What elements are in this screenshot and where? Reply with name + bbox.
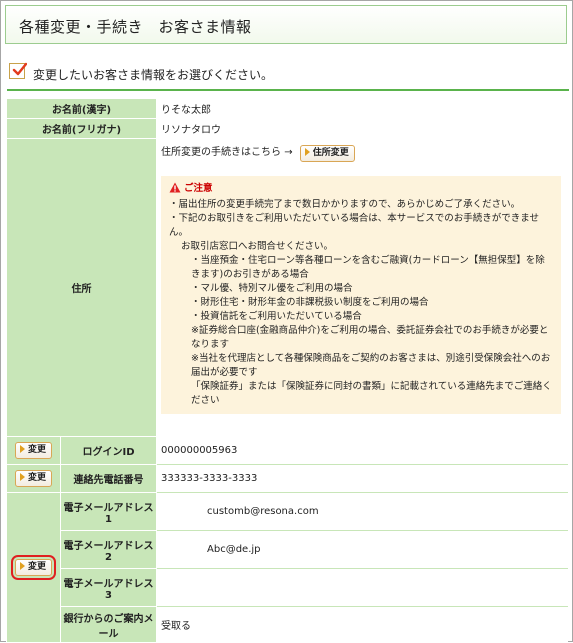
email3-value xyxy=(156,568,569,607)
email2-label: 電子メールアドレス2 xyxy=(59,530,158,569)
table-row: 銀行からのご案内メール 受取る xyxy=(7,606,569,643)
arrow-right-icon xyxy=(304,148,310,156)
arrow-right-icon xyxy=(19,562,25,570)
notice-line: ・マル優、特別マル優をご利用の場合 xyxy=(191,283,353,294)
phone-label: 連絡先電話番号 xyxy=(59,464,158,493)
table-row: 変更 ログインID 000000005963 xyxy=(6,436,569,465)
email1-label: 電子メールアドレス1 xyxy=(59,492,158,531)
table-row: 変更 電子メールアドレス1 customb@resona.com xyxy=(6,492,569,643)
page-title: 各種変更・手続き お客さま情報 xyxy=(19,18,252,36)
email1-value: customb@resona.com xyxy=(156,492,569,531)
notice-line: お取引店窓口へお問合せください。 xyxy=(181,241,334,252)
address-change-button[interactable]: 住所変更 xyxy=(299,145,355,162)
notice-box: ご注意 ・届出住所の変更手続完了まで数日かかりますので、あらかじめご了承ください… xyxy=(161,176,562,414)
notice-line: ・財形住宅・財形年金の非課税扱い制度をご利用の場合 xyxy=(191,297,429,308)
login-id-label: ログインID xyxy=(59,436,158,465)
warning-icon xyxy=(169,182,181,198)
table-row: 電子メールアドレス3 xyxy=(7,568,569,607)
notice-line: ※当社を代理店として各種保険商品をご契約のお客さまは、別途引受保険会社へのお届出… xyxy=(191,353,551,378)
phone-value: 333333-3333-3333 xyxy=(156,464,569,493)
login-id-change-button[interactable]: 変更 xyxy=(14,442,52,459)
notice-line: ・当座預金・住宅ローン等各種ローンを含むご融資(カードローン【無担保型】を除きま… xyxy=(191,255,545,280)
table-row: 住所 住所変更の手続きはこちら → 住所変更 ご注意 ・届出住所の変更手続完了ま… xyxy=(5,138,569,437)
page-title-box: 各種変更・手続き お客さま情報 xyxy=(5,5,567,44)
notice-title: ご注意 xyxy=(184,183,213,194)
address-intro-line: 住所変更の手続きはこちら → 住所変更 xyxy=(161,139,567,162)
table-row: 電子メールアドレス2 Abc@de.jp xyxy=(7,530,569,569)
phone-change-button[interactable]: 変更 xyxy=(14,470,52,487)
address-value: 住所変更の手続きはこちら → 住所変更 ご注意 ・届出住所の変更手続完了まで数日… xyxy=(156,138,569,437)
notice-line: 「保険証券」または「保険証券に同封の書類」に記載されている連絡先までご連絡くださ… xyxy=(191,381,552,406)
section-heading: 変更したいお客さま情報をお選びください。 xyxy=(7,61,569,91)
section-heading-text: 変更したいお客さま情報をお選びください。 xyxy=(33,68,274,82)
notice-line: ・下記のお取引きをご利用いただいている場合は、本サービスでのお手続きができません… xyxy=(169,213,539,238)
checkmark-icon xyxy=(9,62,27,79)
table-row: お名前(フリガナ) リソナタロウ xyxy=(5,118,569,139)
arrow-right-icon xyxy=(19,445,25,453)
address-label: 住所 xyxy=(5,138,158,437)
email3-label: 電子メールアドレス3 xyxy=(59,568,158,607)
login-id-button-cell: 変更 xyxy=(6,436,61,465)
arrow-right-icon xyxy=(19,473,25,481)
name-kana-label: お名前(フリガナ) xyxy=(5,118,158,139)
bank-info-mail-label: 銀行からのご案内メール xyxy=(59,606,158,643)
email-change-button[interactable]: 変更 xyxy=(10,555,57,580)
page-frame: 各種変更・手続き お客さま情報 変更したいお客さま情報をお選びください。 お名前… xyxy=(0,0,573,643)
notice-header: ご注意 xyxy=(169,182,553,198)
notice-line: ・投資信託をご利用いただいている場合 xyxy=(191,311,362,322)
address-intro-text: 住所変更の手続きはこちら → xyxy=(161,147,293,158)
table-row: お名前(漢字) りそな太郎 xyxy=(5,98,569,119)
notice-line: ※証券総合口座(金融商品仲介)をご利用の場合、委託証券会社でのお手続きが必要とな… xyxy=(191,325,549,350)
name-kana-value: リソナタロウ xyxy=(156,118,569,139)
login-id-value: 000000005963 xyxy=(156,436,569,465)
email-button-cell: 変更 xyxy=(6,492,61,643)
name-kanji-label: お名前(漢字) xyxy=(5,98,158,119)
table-row: 変更 連絡先電話番号 333333-3333-3333 xyxy=(6,464,569,493)
customer-info-table: お名前(漢字) りそな太郎 お名前(フリガナ) リソナタロウ 住所 住所変更の手… xyxy=(5,98,569,643)
notice-line: ・届出住所の変更手続完了まで数日かかりますので、あらかじめご了承ください。 xyxy=(169,199,521,210)
bank-info-mail-value: 受取る xyxy=(156,606,569,643)
phone-button-cell: 変更 xyxy=(6,464,61,493)
name-kanji-value: りそな太郎 xyxy=(156,98,569,119)
email2-value: Abc@de.jp xyxy=(156,530,569,569)
